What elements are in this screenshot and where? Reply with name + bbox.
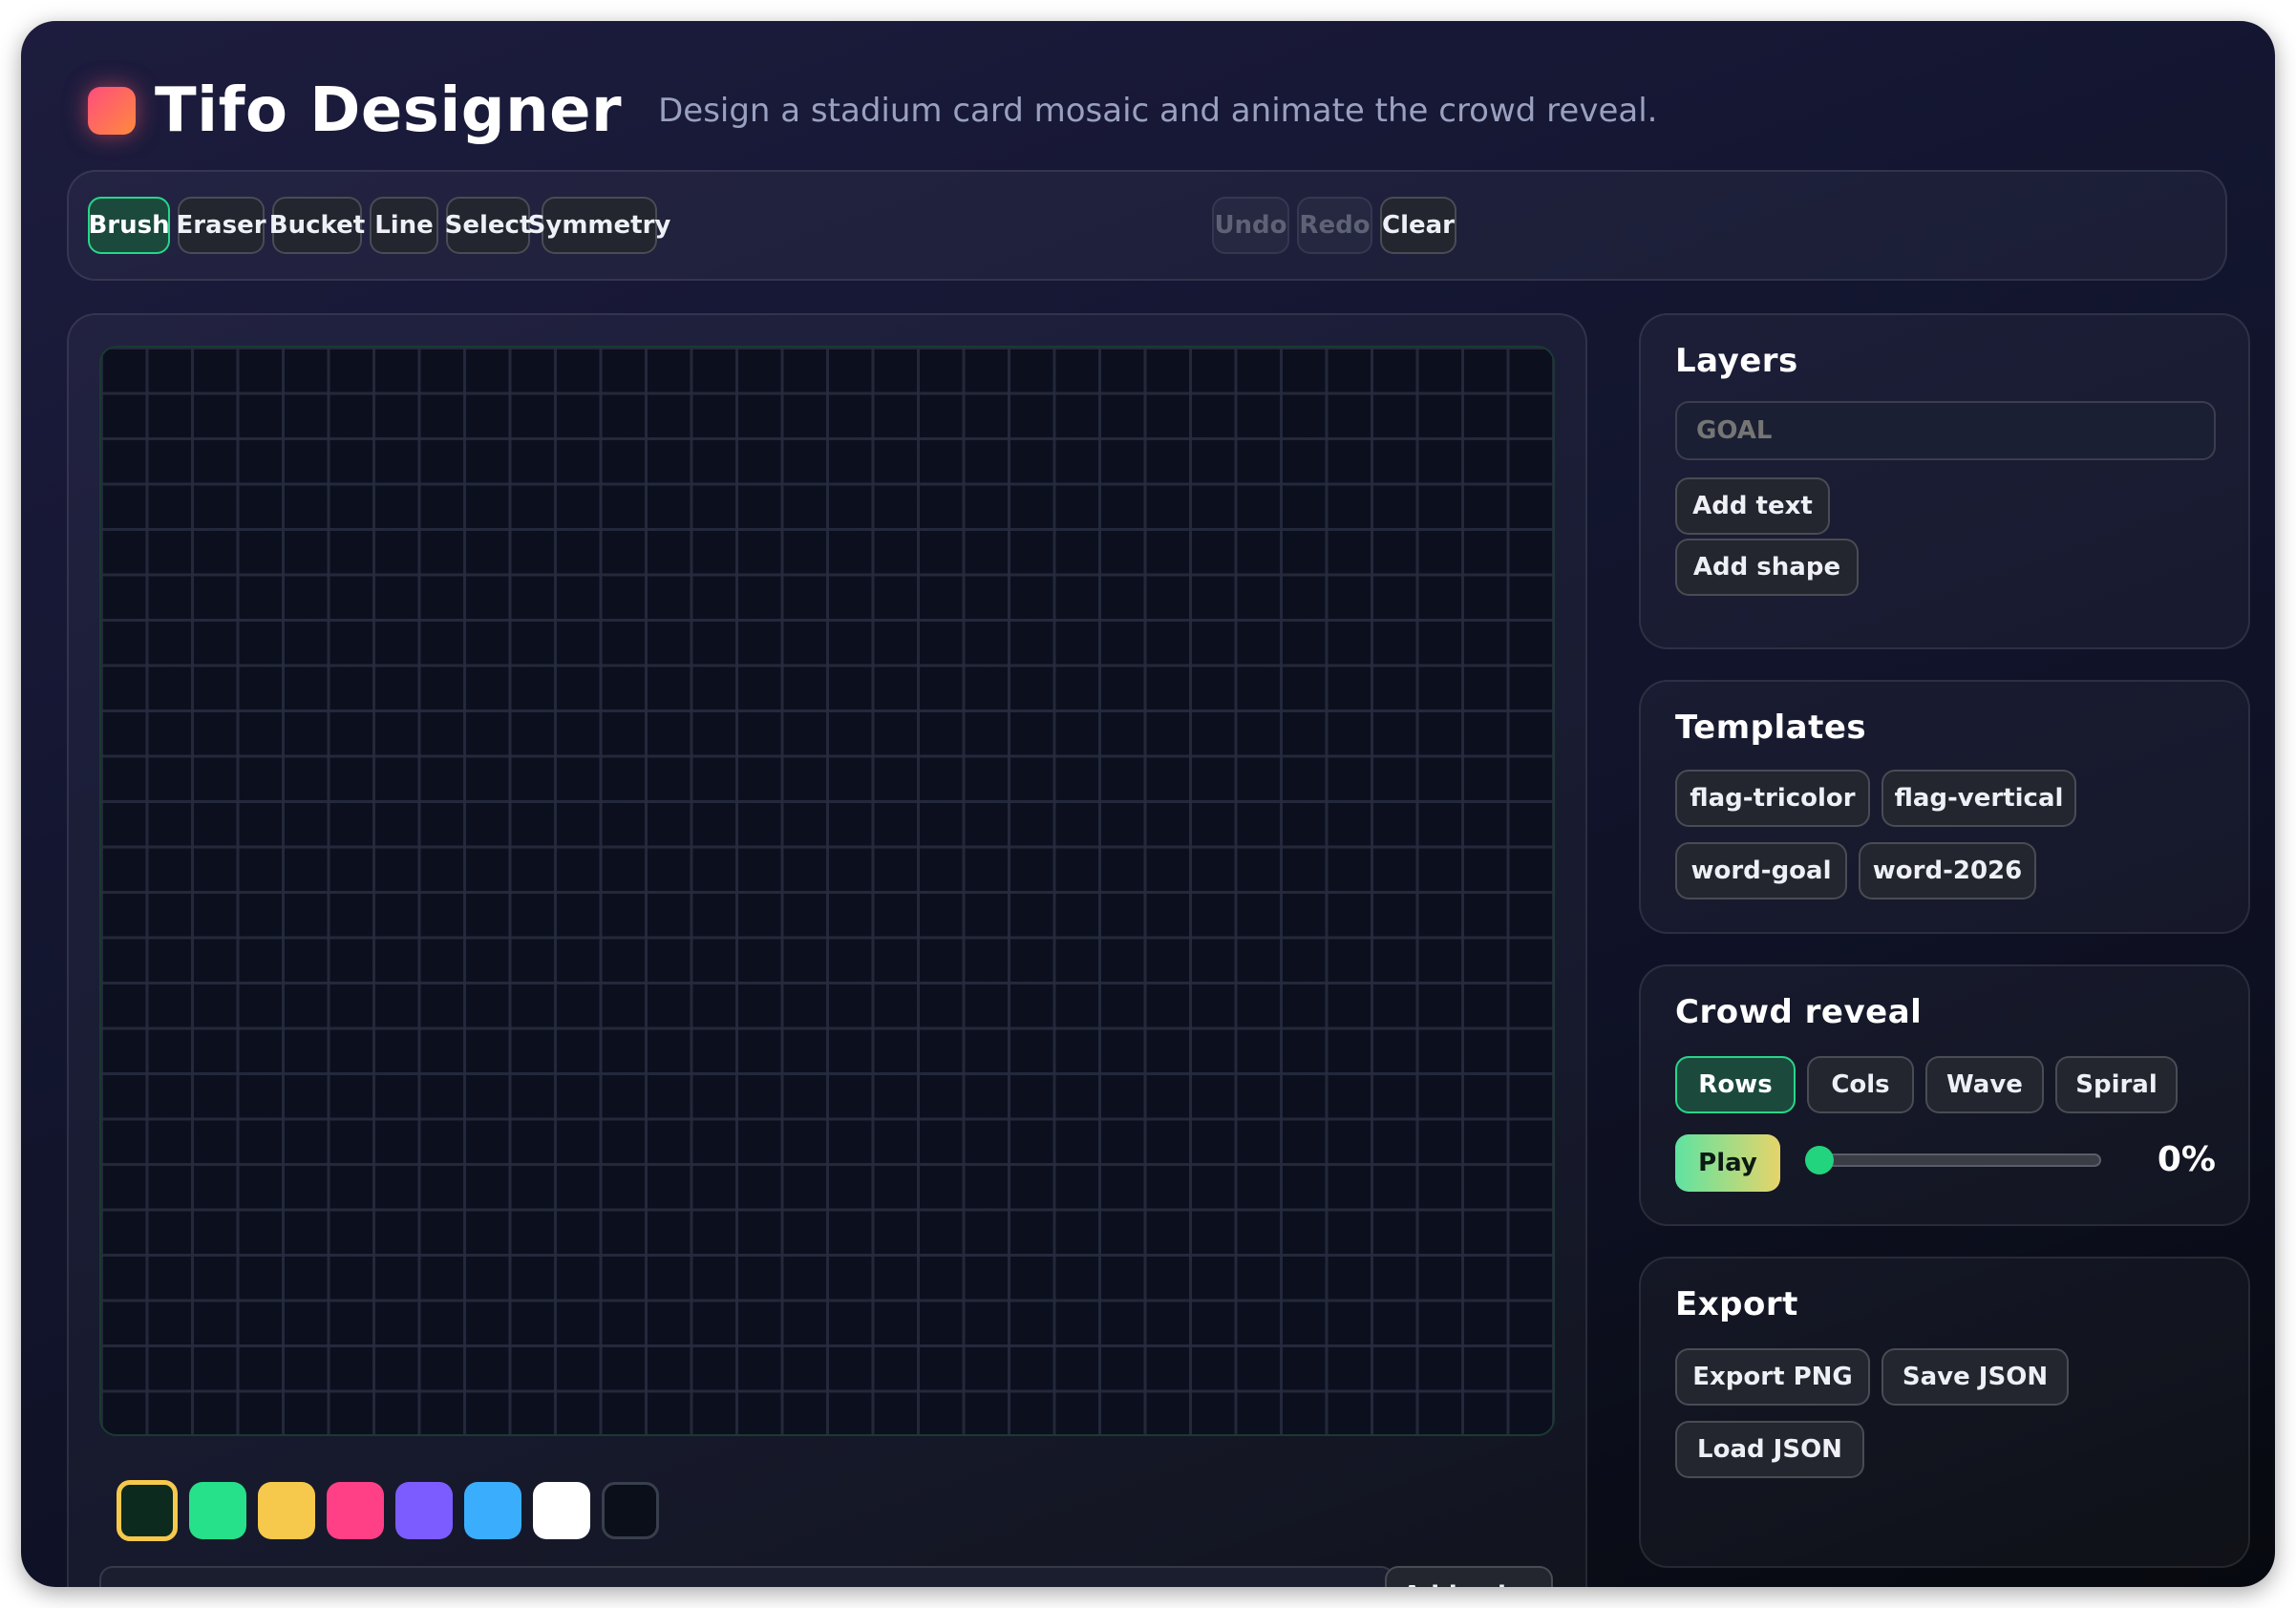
reveal-slider-thumb[interactable] <box>1805 1146 1834 1174</box>
reveal-mode-rows[interactable]: Rows <box>1675 1056 1796 1113</box>
template-word-2026[interactable]: word-2026 <box>1859 842 2036 899</box>
export-png-button[interactable]: Export PNG <box>1675 1348 1870 1406</box>
tool-line-button[interactable]: Line <box>370 197 438 254</box>
header: Tifo Designer Design a stadium card mosa… <box>88 63 1657 159</box>
add-text-button[interactable]: Add text <box>1675 477 1830 535</box>
add-shape-button[interactable]: Add shape <box>1675 539 1859 596</box>
reveal-progress-text: 0% <box>2157 1140 2216 1179</box>
template-flag-tricolor[interactable]: flag-tricolor <box>1675 770 1870 827</box>
reveal-mode-spiral[interactable]: Spiral <box>2055 1056 2178 1113</box>
app-subtitle: Design a stadium card mosaic and animate… <box>658 92 1658 130</box>
play-button[interactable]: Play <box>1675 1134 1780 1192</box>
save-json-button[interactable]: Save JSON <box>1881 1348 2069 1406</box>
color-swatch-white[interactable] <box>533 1482 590 1539</box>
tool-bucket-button[interactable]: Bucket <box>269 197 365 254</box>
color-swatch-dark-green[interactable] <box>117 1480 178 1541</box>
clear-button[interactable]: Clear <box>1380 197 1456 254</box>
templates-title: Templates <box>1675 709 1867 747</box>
crowd-reveal-panel: Crowd reveal Rows Cols Wave Spiral Play … <box>1639 964 2250 1226</box>
crowd-reveal-title: Crowd reveal <box>1675 993 1923 1031</box>
app-window: Tifo Designer Design a stadium card mosa… <box>21 21 2275 1587</box>
reveal-progress-slider[interactable] <box>1813 1153 2101 1167</box>
logo-icon <box>88 87 136 135</box>
layers-title: Layers <box>1675 342 1798 380</box>
undo-button[interactable]: Undo <box>1212 197 1289 254</box>
tool-eraser-button[interactable]: Eraser <box>176 197 266 254</box>
load-json-button[interactable]: Load JSON <box>1675 1421 1864 1478</box>
redo-button[interactable]: Redo <box>1297 197 1372 254</box>
app-title: Tifo Designer <box>155 75 623 146</box>
template-word-goal[interactable]: word-goal <box>1675 842 1847 899</box>
toolbar: Brush Eraser Bucket Line Select Symmetry… <box>67 170 2227 281</box>
color-swatch-yellow[interactable] <box>258 1482 315 1539</box>
templates-panel: Templates flag-tricolor flag-vertical wo… <box>1639 680 2250 934</box>
template-flag-vertical[interactable]: flag-vertical <box>1881 770 2076 827</box>
tool-brush-button[interactable]: Brush <box>88 197 170 254</box>
export-title: Export <box>1675 1285 1798 1323</box>
color-swatch-pink[interactable] <box>327 1482 384 1539</box>
layers-panel: Layers Add text Add shape <box>1639 313 2250 649</box>
color-swatch-green[interactable] <box>189 1482 246 1539</box>
add-color-button[interactable]: Add color <box>1385 1566 1553 1587</box>
tool-select-button[interactable]: Select <box>445 197 531 254</box>
color-swatch-blue[interactable] <box>464 1482 521 1539</box>
export-panel: Export Export PNG Save JSON Load JSON <box>1639 1257 2250 1568</box>
reveal-mode-cols[interactable]: Cols <box>1807 1056 1914 1113</box>
layer-text-input[interactable] <box>1675 401 2216 460</box>
reveal-mode-wave[interactable]: Wave <box>1925 1056 2044 1113</box>
hex-color-input[interactable] <box>99 1566 1394 1587</box>
color-swatch-black[interactable] <box>602 1482 659 1539</box>
mosaic-grid[interactable] <box>99 346 1555 1436</box>
tool-symmetry-button[interactable]: Symmetry <box>528 197 670 254</box>
color-swatch-purple[interactable] <box>395 1482 453 1539</box>
